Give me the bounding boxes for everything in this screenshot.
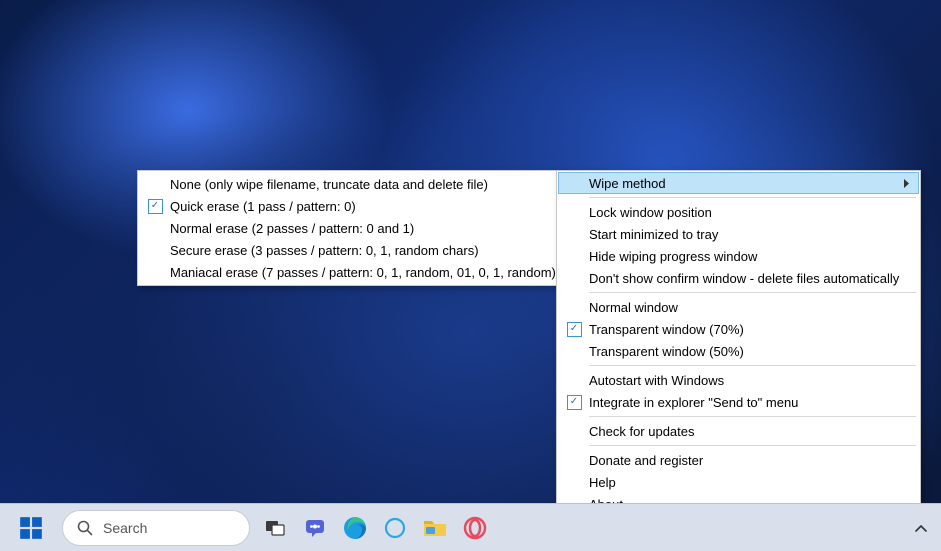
menu-label: Lock window position <box>589 205 918 220</box>
menu-label: Transparent window (70%) <box>589 322 918 337</box>
menu-check-gutter: ✓ <box>559 395 589 410</box>
check-icon: ✓ <box>148 199 163 214</box>
menu-item-transparent-70[interactable]: ✓ Transparent window (70%) <box>559 318 918 340</box>
taskbar-task-view[interactable] <box>260 513 290 543</box>
submenu-check-gutter: ✓ <box>140 199 170 214</box>
menu-item-start-minimized[interactable]: Start minimized to tray <box>559 223 918 245</box>
taskbar-edge[interactable] <box>340 513 370 543</box>
menu-item-check-updates[interactable]: Check for updates <box>559 420 918 442</box>
menu-label: Wipe method <box>589 176 902 191</box>
opera-icon <box>463 516 487 540</box>
menu-label: Donate and register <box>589 453 918 468</box>
menu-item-transparent-50[interactable]: Transparent window (50%) <box>559 340 918 362</box>
menu-item-hide-progress[interactable]: Hide wiping progress window <box>559 245 918 267</box>
menu-label: Don't show confirm window - delete files… <box>589 271 918 286</box>
taskbar: Search <box>0 503 941 551</box>
edge-icon <box>342 515 368 541</box>
submenu-item-secure-erase[interactable]: Secure erase (3 passes / pattern: 0, 1, … <box>140 239 554 261</box>
menu-item-no-confirm[interactable]: Don't show confirm window - delete files… <box>559 267 918 289</box>
cortana-icon <box>383 516 407 540</box>
folder-icon <box>422 516 448 540</box>
search-icon <box>77 520 93 536</box>
menu-item-donate[interactable]: Donate and register <box>559 449 918 471</box>
system-tray <box>915 520 931 536</box>
taskbar-chat[interactable] <box>300 513 330 543</box>
menu-separator <box>589 445 916 446</box>
menu-item-help[interactable]: Help <box>559 471 918 493</box>
menu-label: Normal window <box>589 300 918 315</box>
menu-item-wipe-method[interactable]: Wipe method <box>558 172 919 194</box>
submenu-item-maniacal-erase[interactable]: Maniacal erase (7 passes / pattern: 0, 1… <box>140 261 554 283</box>
search-placeholder: Search <box>103 520 147 536</box>
taskbar-search[interactable]: Search <box>62 510 250 546</box>
menu-label: Start minimized to tray <box>589 227 918 242</box>
submenu-item-quick-erase[interactable]: ✓ Quick erase (1 pass / pattern: 0) <box>140 195 554 217</box>
menu-separator <box>589 292 916 293</box>
wipe-method-submenu: None (only wipe filename, truncate data … <box>137 170 557 286</box>
chevron-up-icon <box>915 525 927 533</box>
menu-item-lock-window-position[interactable]: Lock window position <box>559 201 918 223</box>
menu-check-gutter: ✓ <box>559 322 589 337</box>
tray-overflow-button[interactable] <box>915 520 927 536</box>
submenu-label: Secure erase (3 passes / pattern: 0, 1, … <box>170 243 554 258</box>
submenu-label: Normal erase (2 passes / pattern: 0 and … <box>170 221 554 236</box>
submenu-label: Quick erase (1 pass / pattern: 0) <box>170 199 554 214</box>
menu-label: Integrate in explorer "Send to" menu <box>589 395 918 410</box>
taskbar-file-explorer[interactable] <box>420 513 450 543</box>
submenu-label: Maniacal erase (7 passes / pattern: 0, 1… <box>170 265 566 280</box>
submenu-item-none[interactable]: None (only wipe filename, truncate data … <box>140 173 554 195</box>
windows-logo-icon <box>18 515 44 541</box>
menu-label: Hide wiping progress window <box>589 249 918 264</box>
context-menu: Wipe method Lock window position Start m… <box>556 170 921 540</box>
menu-label: Autostart with Windows <box>589 373 918 388</box>
submenu-arrow-icon <box>902 179 918 188</box>
check-icon: ✓ <box>567 395 582 410</box>
menu-separator <box>589 197 916 198</box>
menu-label: Help <box>589 475 918 490</box>
submenu-item-normal-erase[interactable]: Normal erase (2 passes / pattern: 0 and … <box>140 217 554 239</box>
menu-separator <box>589 416 916 417</box>
chat-icon <box>303 516 327 540</box>
menu-label: Check for updates <box>589 424 918 439</box>
check-icon: ✓ <box>567 322 582 337</box>
task-view-icon <box>264 517 286 539</box>
menu-item-autostart[interactable]: Autostart with Windows <box>559 369 918 391</box>
taskbar-opera[interactable] <box>460 513 490 543</box>
menu-item-integrate-send-to[interactable]: ✓ Integrate in explorer "Send to" menu <box>559 391 918 413</box>
menu-label: Transparent window (50%) <box>589 344 918 359</box>
taskbar-cortana[interactable] <box>380 513 410 543</box>
menu-separator <box>589 365 916 366</box>
menu-item-normal-window[interactable]: Normal window <box>559 296 918 318</box>
submenu-label: None (only wipe filename, truncate data … <box>170 177 554 192</box>
start-button[interactable] <box>10 509 52 547</box>
